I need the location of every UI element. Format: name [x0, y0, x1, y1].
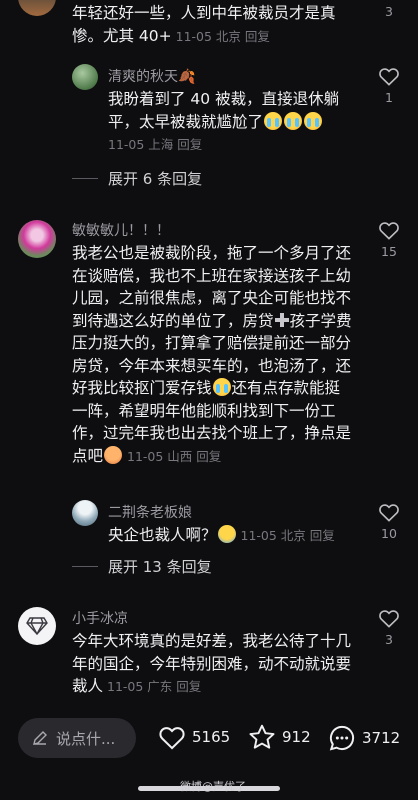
comment-count: 3712 [362, 729, 401, 747]
comment-author-name[interactable]: 小手冰凉 [72, 608, 128, 628]
avatar[interactable] [72, 64, 98, 90]
heart-outline-icon [379, 68, 399, 86]
like-count: 3 [385, 4, 393, 19]
comment-button[interactable]: 3712 [328, 724, 400, 752]
expand-replies-button[interactable]: 展开 6 条回复 [72, 168, 202, 189]
comment-input[interactable]: 说点什... [18, 718, 136, 758]
expand-replies-label: 展开 6 条回复 [108, 170, 203, 188]
like-count: 15 [381, 244, 397, 259]
heart-outline-icon [159, 727, 185, 750]
like-count: 1 [385, 90, 393, 105]
reply-meta[interactable]: 11-05 上海 回复 [108, 137, 202, 152]
divider-line [72, 178, 98, 179]
heart-outline-icon [379, 222, 399, 240]
comment-author-name[interactable]: 敏敏敏儿！！！ [72, 220, 170, 240]
favorite-count: 912 [282, 728, 311, 746]
heart-outline-icon [379, 504, 399, 522]
speech-bubble-icon [329, 725, 355, 751]
like-count: 3 [385, 632, 393, 647]
favorite-button[interactable]: 912 [248, 724, 311, 750]
crying-emoji-icon [212, 378, 231, 396]
crying-emoji-icon [284, 111, 303, 130]
heart-outline-icon [379, 610, 399, 628]
post-like-count: 5165 [192, 728, 231, 746]
reply-author-name[interactable]: 清爽的秋天🍂 [108, 66, 195, 86]
like-button[interactable]: 10 [374, 502, 404, 541]
comment-input-placeholder: 说点什... [56, 729, 116, 748]
reply-meta[interactable]: 11-05 北京 回复 [241, 528, 335, 543]
avatar[interactable] [18, 220, 56, 258]
like-button[interactable]: 3 [374, 608, 404, 647]
comment-meta[interactable]: 11-05 山西 回复 [127, 449, 221, 464]
like-button[interactable]: 3 [374, 4, 404, 19]
avatar[interactable] [72, 500, 98, 526]
reply-text: 我盼着到了 40 被裁，直接退休躺平，太早被裁就尴尬了 11-05 上海 回复 [108, 90, 340, 152]
star-outline-icon [249, 724, 275, 749]
crying-emoji-icon [264, 111, 283, 130]
like-post-button[interactable]: 5165 [158, 724, 230, 750]
comment-text: 我老公也是被裁阶段，拖了一个多月了还在谈赔偿，我也不上班在家接送孩子上幼儿园，之… [72, 244, 352, 465]
comment-meta[interactable]: 11-05 广东 回复 [107, 679, 201, 694]
watermark: 微博@声优了 [180, 780, 246, 793]
comment-text: 年轻还好一些，人到中年被裁员才是真惨。尤其 40+ 11-05 北京 回复 [72, 4, 336, 45]
avatar[interactable] [18, 607, 56, 645]
like-button[interactable]: 1 [374, 66, 404, 105]
like-count: 10 [381, 526, 397, 541]
avatar[interactable] [18, 0, 56, 16]
pencil-icon [33, 731, 47, 745]
expand-replies-button[interactable]: 展开 13 条回复 [72, 556, 212, 577]
expand-replies-label: 展开 13 条回复 [108, 558, 212, 576]
grimace-emoji-icon [104, 445, 123, 464]
plus-emoji-icon [274, 312, 290, 328]
crying-emoji-icon [304, 111, 323, 130]
divider-line [72, 566, 98, 567]
reply-text: 央企也裁人啊？ 11-05 北京 回复 [108, 525, 335, 544]
reply-author-name[interactable]: 二荆条老板娘 [108, 502, 192, 522]
comment-text: 今年大环境真的是好差，我老公待了十几年的国企，今年特别困难，动不动就说要裁人 11… [72, 632, 352, 695]
diamond-icon [26, 617, 48, 635]
comment-meta[interactable]: 11-05 北京 回复 [176, 29, 270, 44]
like-button[interactable]: 15 [374, 220, 404, 259]
sweat-emoji-icon [217, 525, 236, 543]
